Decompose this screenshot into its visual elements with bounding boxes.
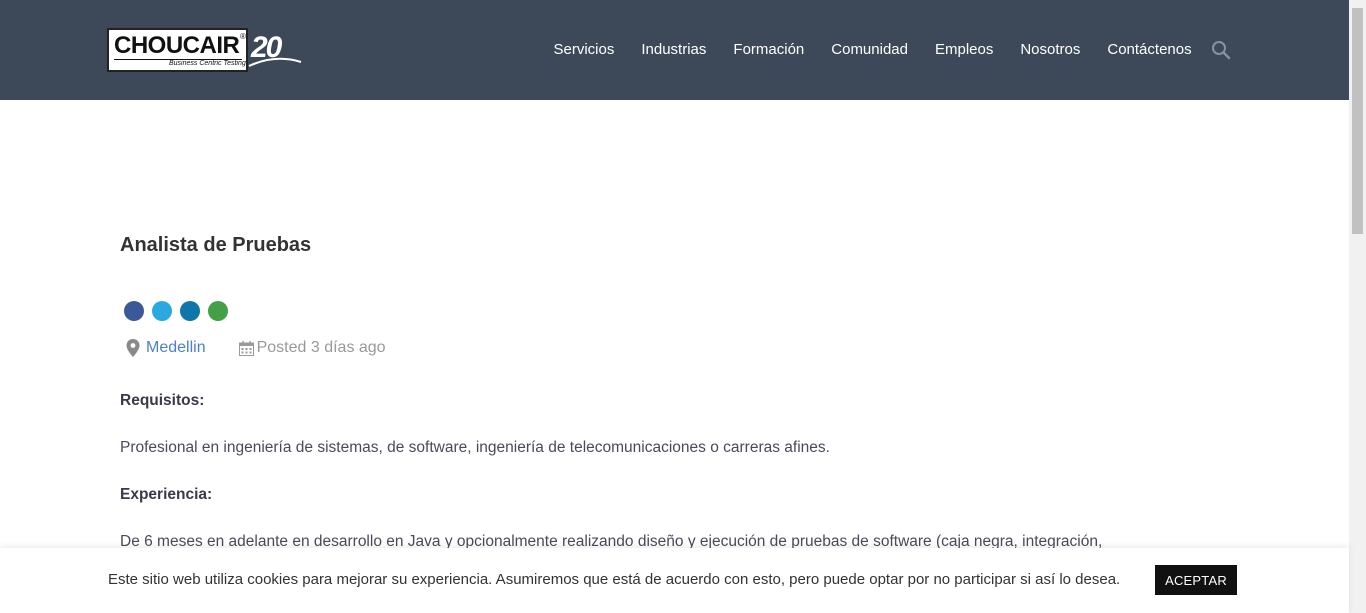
nav-formacion[interactable]: Formación [733, 38, 804, 62]
calendar-icon [238, 340, 254, 356]
site-header: CHOUCAIR ® Business Centric Testing 20 S… [0, 0, 1349, 100]
choucair-logo[interactable]: CHOUCAIR ® Business Centric Testing 20 [107, 28, 307, 72]
main-nav: Servicios Industrias Formación Comunidad… [540, 38, 1205, 62]
search-icon[interactable] [1211, 40, 1231, 60]
logo-tagline: Business Centric Testing [169, 60, 246, 67]
nav-industrias[interactable]: Industrias [641, 38, 706, 62]
cookie-message: Este sitio web utiliza cookies para mejo… [108, 571, 1121, 588]
map-pin-icon [126, 339, 140, 357]
logo-registered-mark: ® [240, 32, 246, 41]
accept-cookies-button[interactable]: ACEPTAR [1155, 565, 1237, 595]
page-scrollbar[interactable] [1349, 0, 1366, 613]
logo-word: CHOUCAIR [114, 32, 240, 59]
experience-heading: Experiencia: [120, 486, 213, 503]
logo-swoosh-icon [248, 57, 302, 67]
posted-date: Posted 3 días ago [256, 339, 386, 356]
job-meta: Medellin Posted 3 días ago [126, 337, 386, 359]
job-title: Analista de Pruebas [120, 234, 312, 256]
logo-box: CHOUCAIR ® Business Centric Testing [107, 28, 248, 72]
nav-empleos[interactable]: Empleos [935, 38, 993, 62]
cookie-banner: Este sitio web utiliza cookies para mejo… [0, 548, 1349, 613]
nav-comunidad[interactable]: Comunidad [831, 38, 908, 62]
scrollbar-thumb[interactable] [1352, 8, 1363, 234]
twitter-icon[interactable] [152, 301, 172, 321]
whatsapp-icon[interactable] [208, 301, 228, 321]
linkedin-icon[interactable] [180, 301, 200, 321]
requirements-heading: Requisitos: [120, 392, 205, 409]
share-buttons [124, 301, 236, 321]
requirements-text: Profesional en ingeniería de sistemas, d… [120, 439, 830, 456]
facebook-icon[interactable] [124, 301, 144, 321]
nav-nosotros[interactable]: Nosotros [1020, 38, 1080, 62]
nav-contactenos[interactable]: Contáctenos [1107, 38, 1191, 62]
nav-servicios[interactable]: Servicios [554, 38, 615, 62]
job-location-link[interactable]: Medellin [146, 339, 206, 357]
